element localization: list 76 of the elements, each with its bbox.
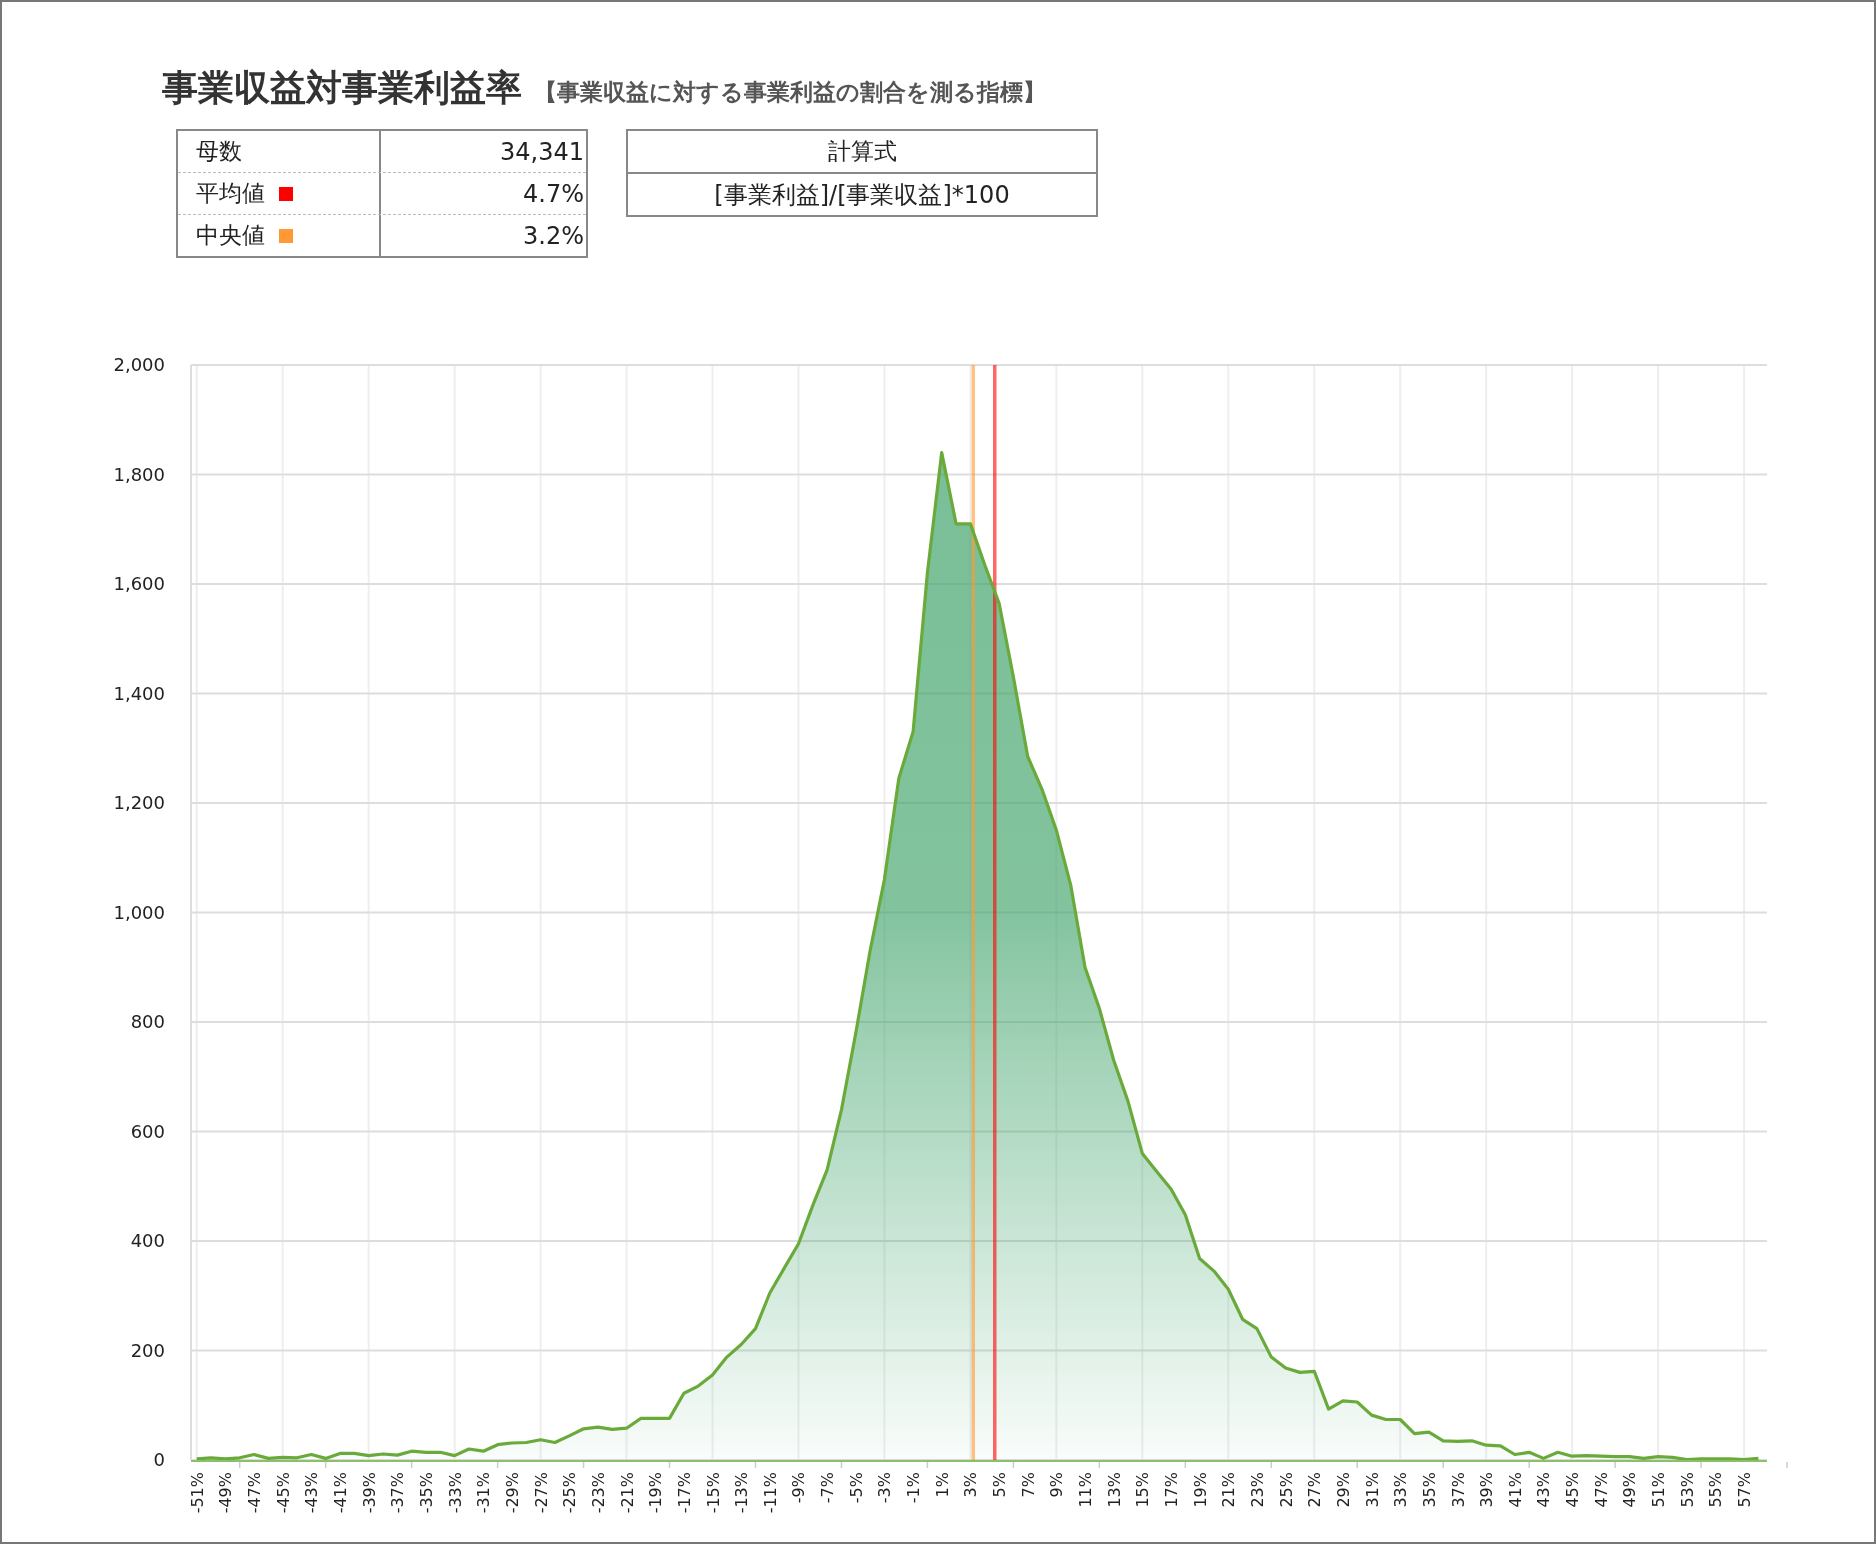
axis-label: -43% [302, 1472, 322, 1514]
axis-label: 17% [1162, 1472, 1181, 1508]
axis-label: -37% [388, 1472, 408, 1514]
axis-label: -33% [445, 1472, 465, 1514]
stat-value: 34,341 [499, 136, 585, 168]
chart-title: 事業収益対事業利益率 [162, 66, 522, 110]
axis-label: -31% [474, 1472, 494, 1514]
axis-label: 53% [1677, 1472, 1697, 1508]
axis-label: -45% [273, 1472, 293, 1514]
axis-label: 33% [1391, 1472, 1411, 1508]
axis-label: -47% [245, 1472, 265, 1514]
axis-label: -23% [588, 1472, 608, 1514]
axis-label: 200 [130, 1339, 165, 1361]
axis-label: -51% [187, 1472, 207, 1514]
axis-label: 25% [1276, 1472, 1296, 1508]
axis-label: 45% [1563, 1472, 1583, 1508]
axis-label: 800 [130, 1011, 165, 1032]
axis-label: -11% [760, 1472, 780, 1514]
axis-label: 0 [153, 1449, 165, 1470]
axis-label: 11% [1076, 1472, 1095, 1508]
axis-label: 600 [130, 1120, 165, 1142]
axis-label: 3% [961, 1472, 981, 1498]
axis-label: 1,600 [113, 573, 165, 594]
stat-label: 平均値 [196, 179, 265, 208]
axis-label: 2,000 [113, 354, 165, 375]
axis-label: 1% [932, 1472, 952, 1498]
axis-label: -29% [502, 1472, 522, 1514]
axis-label: -9% [789, 1472, 809, 1504]
axis-label: -49% [216, 1472, 236, 1514]
axis-label: -39% [359, 1472, 379, 1514]
axis-label: 15% [1133, 1472, 1153, 1508]
formula-text: [事業利益]/[事業収益]*100 [713, 179, 1011, 211]
axis-label: -15% [703, 1472, 723, 1514]
stat-label: 中央値 [196, 221, 265, 250]
axis-label: 19% [1190, 1472, 1210, 1508]
axis-label: -19% [646, 1472, 666, 1514]
axis-label: 27% [1305, 1472, 1325, 1508]
axis-label: 37% [1448, 1472, 1468, 1508]
chart-subtitle: 【事業収益に対する事業利益の割合を測る指標】 [534, 78, 1046, 107]
formula-header: 計算式 [628, 131, 1096, 174]
axis-label: 35% [1419, 1472, 1439, 1508]
axis-label: 57% [1735, 1472, 1755, 1508]
axis-label: -21% [617, 1472, 637, 1514]
axis-label: -35% [416, 1472, 436, 1514]
axis-label: 51% [1649, 1472, 1669, 1508]
axis-label: -13% [732, 1472, 752, 1514]
axis-label: 23% [1247, 1472, 1267, 1508]
axis-label: 5% [990, 1472, 1010, 1498]
stat-value: 4.7% [522, 178, 585, 210]
axis-label: -3% [875, 1472, 895, 1504]
axis-label: 43% [1534, 1472, 1554, 1508]
axis-label: -25% [560, 1472, 580, 1514]
axis-label: 1,200 [113, 792, 165, 813]
axis-label: 1,800 [113, 463, 165, 485]
stat-value: 3.2% [522, 220, 585, 252]
axis-label: 13% [1104, 1472, 1124, 1508]
stat-label: 母数 [196, 137, 242, 166]
axis-label: 1,000 [113, 901, 165, 923]
axis-label: 47% [1591, 1472, 1611, 1508]
axis-label: 400 [130, 1230, 165, 1251]
axis-label: 29% [1333, 1472, 1353, 1508]
axis-label: 21% [1219, 1472, 1239, 1508]
axis-label: 9% [1047, 1472, 1067, 1498]
axis-label: 55% [1706, 1472, 1726, 1508]
axis-label: 7% [1018, 1472, 1038, 1498]
axis-label: 39% [1477, 1472, 1497, 1508]
axis-label: -27% [531, 1472, 551, 1514]
axis-label: -7% [818, 1472, 838, 1504]
axis-label: 49% [1620, 1472, 1640, 1508]
axis-label: 41% [1505, 1472, 1525, 1508]
axis-label: -17% [674, 1472, 694, 1514]
axis-label: -41% [331, 1472, 350, 1514]
axis-label: 31% [1362, 1472, 1382, 1508]
axis-label: -1% [904, 1472, 924, 1504]
axis-label: -5% [846, 1472, 866, 1504]
axis-label: 1,400 [113, 682, 165, 704]
